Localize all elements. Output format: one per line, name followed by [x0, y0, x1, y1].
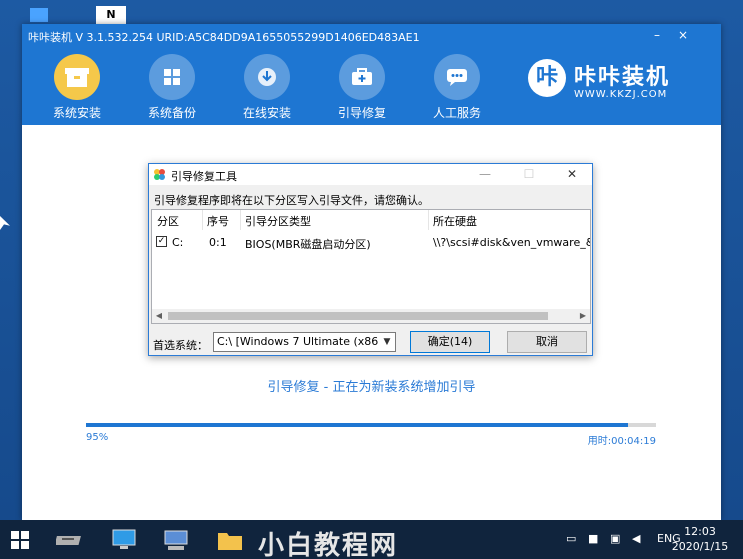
column-divider [202, 210, 203, 230]
toolbox-icon [339, 54, 385, 100]
disk-cell: \\?\scsi#disk&ven_vmware_& [433, 236, 591, 249]
chevron-down-icon[interactable]: ▼ [379, 333, 395, 351]
network-tray-icon[interactable]: ▣ [610, 532, 620, 545]
type-cell: BIOS(MBR磁盘启动分区) [245, 238, 371, 251]
elapsed-time: 用时:00:04:19 [587, 436, 656, 447]
column-header-disk[interactable]: 所在硬盘 [433, 213, 477, 229]
partition-checkbox[interactable]: ✓ [156, 236, 167, 247]
volume-icon[interactable]: ◀ [632, 532, 640, 545]
brand-logo: 咔 [528, 59, 566, 97]
nav-boot-repair[interactable]: 引导修复 [322, 54, 402, 121]
clock[interactable]: 12:03 2020/1/15 [670, 524, 730, 554]
nav-label: 引导修复 [337, 106, 386, 120]
nav-system-install[interactable]: 系统安装 [37, 54, 117, 121]
mouse-cursor-icon [0, 216, 10, 230]
nav-manual-service[interactable]: 人工服务 [417, 54, 497, 121]
boot-repair-dialog: 引导修复工具 — ☐ ✕ 引导修复程序即将在以下分区写入引导文件，请您确认。 分… [148, 163, 593, 356]
partition-cell: C: [172, 236, 184, 249]
dialog-titlebar[interactable]: 引导修复工具 — ☐ ✕ [149, 164, 592, 185]
preferred-system-label: 首选系统： [153, 339, 208, 352]
select-value: C:\ [Windows 7 Ultimate (x86)] [217, 335, 387, 348]
nav-label: 系统安装 [52, 106, 101, 120]
preferred-system-select[interactable]: C:\ [Windows 7 Ultimate (x86)] ▼ [213, 332, 396, 352]
partition-list[interactable]: 分区 序号 引导分区类型 所在硬盘 ✓ C: 0:1 BIOS(MBR磁盘启动分… [151, 209, 591, 324]
nav-label: 人工服务 [432, 106, 481, 120]
clock-date: 2020/1/15 [671, 540, 729, 553]
computer-icon[interactable] [106, 524, 142, 555]
color-tray-icon[interactable]: ■ [588, 532, 598, 545]
confirm-button[interactable]: 确定(14) [410, 331, 490, 353]
nav-label: 系统备份 [147, 106, 196, 120]
column-header-type[interactable]: 引导分区类型 [245, 213, 311, 229]
column-divider [428, 210, 429, 230]
tray-icon[interactable]: ▭ [566, 532, 576, 545]
watermark: 小白教程网 [258, 531, 399, 559]
brand-name: 咔咔装机 [574, 65, 671, 90]
windows-backup-icon [149, 54, 195, 100]
nav-online-install[interactable]: 在线安装 [227, 54, 307, 121]
horizontal-scrollbar[interactable]: ◀ ▶ [152, 309, 590, 323]
toolbox-icon [153, 168, 166, 184]
index-cell: 0:1 [209, 236, 227, 249]
column-header-partition[interactable]: 分区 [157, 213, 179, 229]
progress-bar [86, 423, 656, 427]
folder-icon[interactable] [212, 524, 248, 555]
dialog-maximize-button[interactable]: ☐ [509, 164, 549, 185]
desktop-app-icon[interactable]: N [96, 6, 126, 24]
scrollbar-thumb[interactable] [168, 312, 548, 320]
download-icon [244, 54, 290, 100]
brand-url: WWW.KKZJ.COM [574, 89, 668, 100]
nav-system-backup[interactable]: 系统备份 [132, 54, 212, 121]
network-tool-icon[interactable] [158, 524, 194, 555]
dialog-message: 引导修复程序即将在以下分区写入引导文件，请您确认。 [154, 194, 429, 207]
disk-tool-icon[interactable] [52, 524, 88, 555]
dialog-close-button[interactable]: ✕ [552, 164, 592, 185]
dialog-title: 引导修复工具 [171, 170, 237, 183]
app-header: 咔咔装机 V 3.1.532.254 URID:A5C84DD9A1655055… [22, 24, 721, 125]
status-text: 引导修复 - 正在为新装系统增加引导 [267, 380, 476, 395]
dialog-minimize-button[interactable]: — [465, 164, 505, 185]
column-divider [240, 210, 241, 230]
progress-percent: 95% [86, 432, 109, 443]
column-header-index[interactable]: 序号 [207, 213, 229, 229]
scroll-left-icon[interactable]: ◀ [152, 309, 166, 323]
desktop-computer-icon[interactable] [30, 8, 48, 22]
nav-label: 在线安装 [242, 106, 291, 120]
chat-icon [434, 54, 480, 100]
scroll-right-icon[interactable]: ▶ [576, 309, 590, 323]
clock-time: 12:03 [684, 525, 716, 538]
start-button[interactable] [2, 524, 38, 555]
cancel-button[interactable]: 取消 [507, 331, 587, 353]
minimize-button[interactable]: – [646, 26, 668, 44]
close-button[interactable]: × [672, 26, 694, 44]
taskbar: 小白教程网 ▭ ■ ▣ ◀ ENG 12:03 2020/1/15 [0, 520, 743, 559]
progress-fill [86, 423, 628, 427]
box-icon [54, 54, 100, 100]
window-title: 咔咔装机 V 3.1.532.254 URID:A5C84DD9A1655055… [28, 31, 420, 44]
